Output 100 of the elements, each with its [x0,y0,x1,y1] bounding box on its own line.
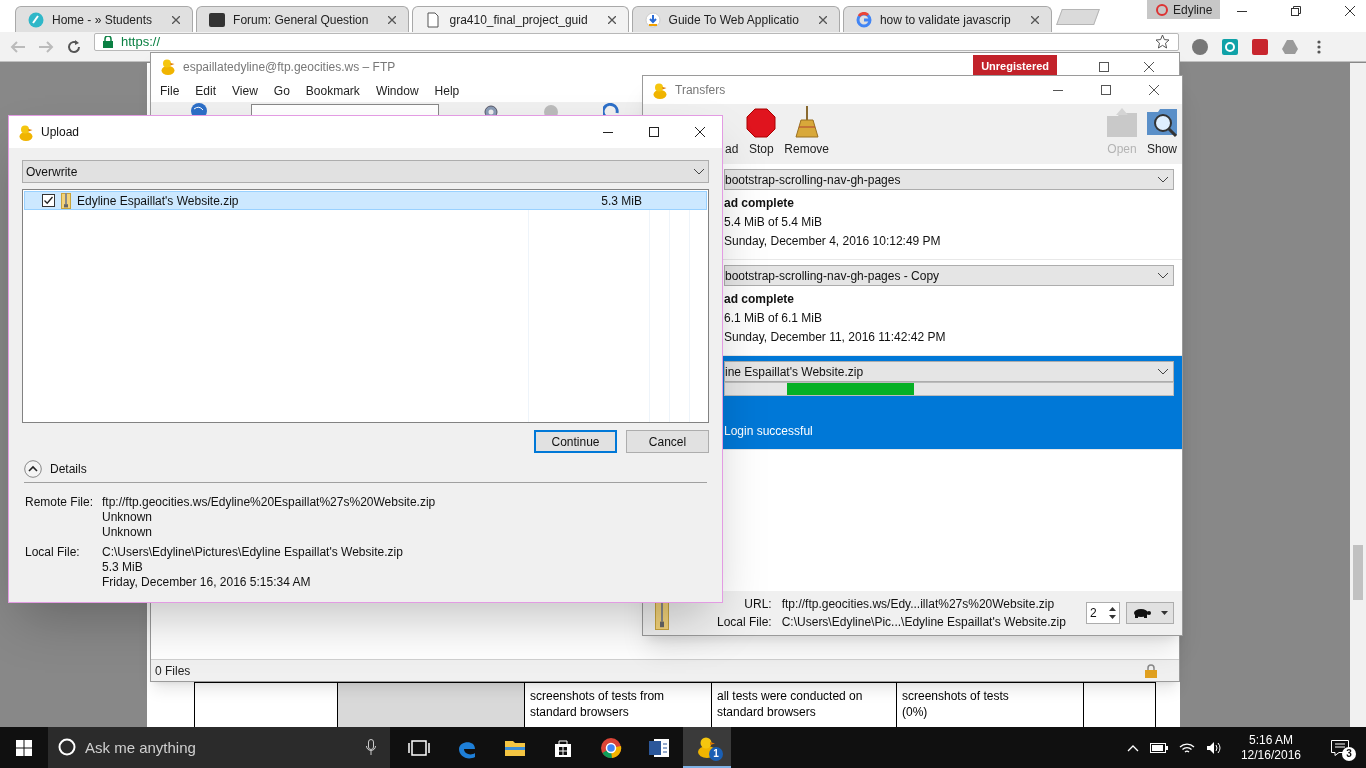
local-file-value: Friday, December 16, 2016 5:15:34 AM [102,575,312,590]
chevron-up-icon[interactable] [1126,743,1139,752]
zip-file-icon [61,192,71,209]
browser-tab[interactable]: Guide To Web Applicatio [631,6,840,32]
browser-tab[interactable]: gra410_final_project_guid [412,6,629,32]
extension-icon[interactable] [1251,37,1269,56]
chevron-down-icon [1157,176,1169,183]
transfer-status: ad complete [724,195,796,212]
file-size: 5.3 MiB [601,192,642,210]
profile-button[interactable]: Edyline [1147,0,1221,19]
url-label: URL: [744,596,772,613]
battery-icon[interactable] [1149,742,1168,753]
site-icon [28,11,44,28]
window-title: Upload [41,124,80,141]
remote-file-value: Unknown [102,510,154,525]
transfer-size: 6.1 MiB of 6.1 MiB [724,310,824,327]
notification-button[interactable]: 3 [1320,727,1360,768]
address-bar[interactable]: https:// [94,32,1179,51]
action-dropdown[interactable]: Overwrite [22,160,709,183]
notification-count: 3 [1342,747,1356,761]
transfer-dropdown[interactable]: bootstrap-scrolling-nav-gh-pages [724,169,1174,190]
address-text: https:// [121,32,161,51]
duck-icon [19,123,33,141]
dialog-button[interactable]: Cancel [626,430,709,453]
dialog-button[interactable]: Continue [534,430,617,453]
browser-tab[interactable]: Forum: General Question [196,6,410,32]
reload-icon[interactable] [66,38,82,55]
speed-dropdown[interactable] [1126,602,1174,624]
extension-icon[interactable] [1221,37,1239,56]
transfer-dropdown[interactable]: ine Espaillat's Website.zip [724,361,1174,382]
menu-item[interactable]: Bookmark [305,82,360,100]
lock-icon [1145,663,1157,678]
local-file-label: Local File: [25,545,81,561]
maximize-icon[interactable] [1100,84,1112,96]
menu-item[interactable]: Go [273,82,290,100]
transfer-date: Sunday, December 4, 2016 10:12:49 PM [724,233,942,250]
chevron-down-icon [1157,272,1169,279]
restore-icon[interactable] [1290,5,1302,17]
turtle-icon [1131,608,1151,618]
menu-item[interactable]: Edit [195,82,217,100]
toolbar-button[interactable]: Stop [746,108,777,158]
local-file-label: Local File: [717,614,772,631]
spin-arrows-icon [1108,604,1117,622]
profile-icon [1155,3,1169,16]
extension-icon[interactable] [1191,37,1209,56]
folder-search-icon [1146,106,1178,138]
clock[interactable]: 5:16 AM 12/16/2016 [1232,732,1309,763]
close-icon[interactable] [607,15,616,24]
menu-item[interactable]: Help [434,82,460,100]
file-row[interactable]: Edyline Espaillat's Website.zip 5.3 MiB [24,191,707,210]
window-title: Transfers [675,82,726,99]
taskbar-app[interactable]: 1 [683,727,731,768]
zip-file-icon [655,602,669,630]
transfer-date: Sunday, December 11, 2016 11:42:42 PM [724,329,947,346]
chevron-down-icon [693,168,705,175]
menu-item[interactable]: Window [375,82,419,100]
menu-icon[interactable] [1317,38,1321,55]
collapse-icon[interactable] [24,460,42,478]
duck-icon [653,81,667,99]
transfer-dropdown[interactable]: bootstrap-scrolling-nav-gh-pages - Copy [724,265,1174,286]
toolbar-button[interactable]: ad [725,140,739,158]
search-field[interactable]: Ask me anything [48,727,390,768]
windows-logo-icon [16,739,32,756]
remote-file-label: Remote File: [25,495,95,511]
browser-tab[interactable]: how to validate javascrip [842,6,1052,32]
close-icon[interactable] [694,126,706,138]
transfer-message: Login successful [724,423,814,440]
close-icon[interactable] [1344,5,1356,17]
connections-spinner[interactable]: 2 [1086,602,1120,624]
browser-tab[interactable]: Home - » Students [15,6,194,32]
scrollbar[interactable] [1350,63,1366,727]
remote-file-value: Unknown [102,525,154,540]
maximize-icon[interactable] [1098,60,1110,73]
folder-icon [1106,108,1138,138]
unregistered-badge: Unregistered [973,55,1057,78]
local-file-value: C:\Users\Edyline\Pic...\Edyline Espaillat's Website.zip [781,614,1066,631]
table-cell-text: screenshots of tests (0%) [901,688,1010,720]
maximize-icon[interactable] [648,126,660,138]
volume-icon[interactable] [1205,740,1222,755]
app-badge: 1 [709,747,723,761]
transfer-size: 5.4 MiB of 5.4 MiB [724,214,824,231]
checkbox[interactable] [42,194,55,207]
transfer-status: ad complete [724,291,796,308]
toolbar-button[interactable]: Remove [784,106,830,158]
caret-icon [1161,611,1168,615]
stop-icon [746,108,777,138]
menu-item[interactable]: View [232,82,258,100]
download-icon [644,11,661,28]
star-icon[interactable] [1155,34,1170,49]
duck-icon [161,58,175,75]
broom-icon [793,106,820,138]
close-icon[interactable] [1143,60,1155,73]
menu-item[interactable]: File [160,82,180,100]
window-title: espaillatedyline@ftp.geocities.ws – FTP [183,58,396,76]
chevron-down-icon [1157,368,1169,375]
file-name: Edyline Espaillat's Website.zip [77,192,239,210]
url-value: ftp://ftp.geocities.ws/Edy...illat%27s%20Website.zip [781,596,1056,613]
microphone-icon [366,739,376,755]
toolbar-button[interactable]: Show [1146,106,1178,158]
close-icon[interactable] [1148,84,1160,96]
